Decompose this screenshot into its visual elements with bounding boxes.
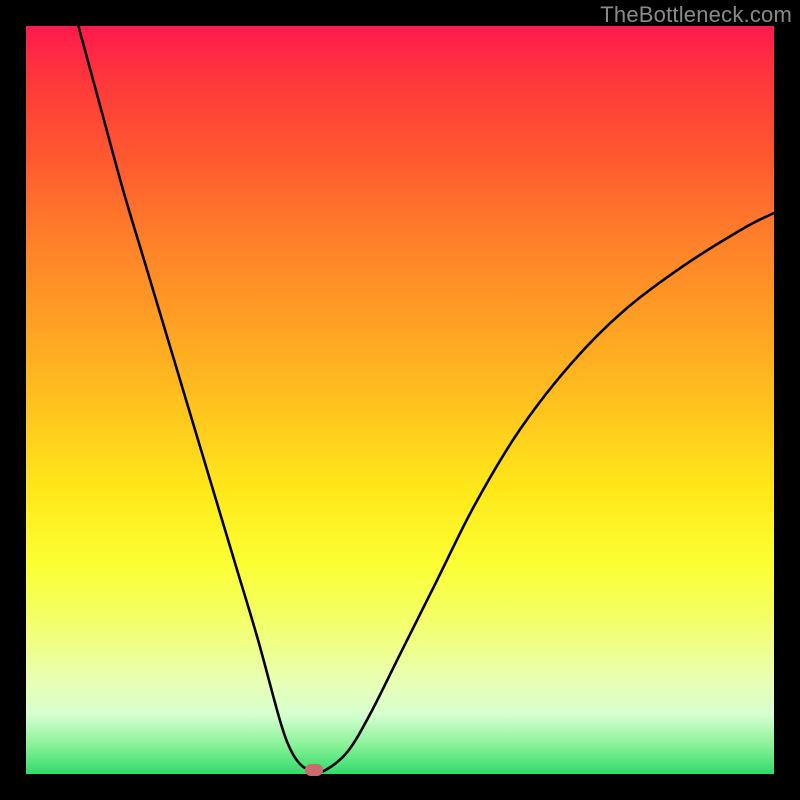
optimum-marker [305, 764, 323, 776]
chart-svg [26, 26, 774, 774]
chart-frame: TheBottleneck.com [0, 0, 800, 800]
watermark-text: TheBottleneck.com [600, 2, 792, 28]
bottleneck-curve [78, 26, 774, 772]
